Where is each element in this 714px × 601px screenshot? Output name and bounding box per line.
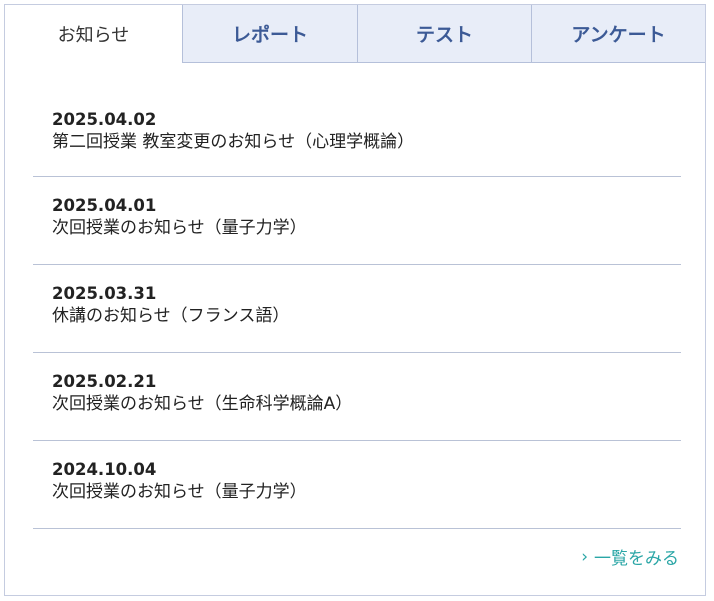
tab-reports[interactable]: レポート bbox=[182, 5, 357, 63]
notice-list: 2025.04.02 第二回授業 教室変更のお知らせ（心理学概論） 2025.0… bbox=[33, 93, 681, 529]
notice-title[interactable]: 休講のお知らせ（フランス語） bbox=[52, 305, 681, 327]
notice-date: 2025.04.02 bbox=[52, 110, 157, 129]
notice-item[interactable]: 2025.03.31 休講のお知らせ（フランス語） bbox=[33, 265, 681, 353]
notice-panel: お知らせ レポート テスト アンケート 2025.04.02 第二回授業 教室変… bbox=[4, 4, 706, 596]
notice-item[interactable]: 2025.02.21 次回授業のお知らせ（生命科学概論A） bbox=[33, 353, 681, 441]
notice-title[interactable]: 次回授業のお知らせ（量子力学） bbox=[52, 217, 681, 239]
tab-surveys[interactable]: アンケート bbox=[531, 5, 705, 63]
tab-tests[interactable]: テスト bbox=[357, 5, 531, 63]
notice-date: 2025.04.01 bbox=[52, 196, 157, 215]
notice-title[interactable]: 次回授業のお知らせ（生命科学概論A） bbox=[52, 393, 681, 415]
tab-bar: お知らせ レポート テスト アンケート bbox=[5, 5, 705, 63]
notice-title[interactable]: 第二回授業 教室変更のお知らせ（心理学概論） bbox=[52, 131, 681, 153]
notice-title[interactable]: 次回授業のお知らせ（量子力学） bbox=[52, 481, 681, 503]
tab-notices[interactable]: お知らせ bbox=[5, 5, 182, 63]
chevron-right-icon: › bbox=[581, 546, 588, 567]
notice-date: 2025.02.21 bbox=[52, 372, 157, 391]
notice-date: 2025.03.31 bbox=[52, 284, 157, 303]
view-all-label: 一覧をみる bbox=[594, 549, 679, 569]
notice-item[interactable]: 2025.04.01 次回授業のお知らせ（量子力学） bbox=[33, 177, 681, 265]
notice-item[interactable]: 2024.10.04 次回授業のお知らせ（量子力学） bbox=[33, 441, 681, 529]
view-all-link[interactable]: › 一覧をみる bbox=[581, 544, 679, 570]
notice-item[interactable]: 2025.04.02 第二回授業 教室変更のお知らせ（心理学概論） bbox=[33, 93, 681, 177]
notice-date: 2024.10.04 bbox=[52, 460, 157, 479]
